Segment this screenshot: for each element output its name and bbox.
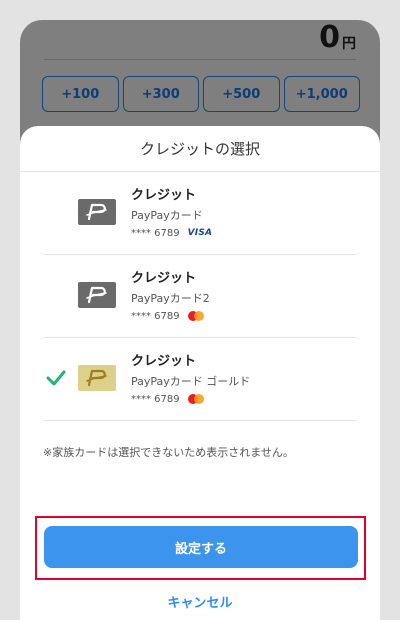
card-number: **** 6789 (131, 310, 180, 322)
cancel-button[interactable]: キャンセル (20, 592, 380, 611)
card-option-2[interactable]: クレジット PayPayカード2 **** 6789 (43, 255, 357, 338)
mastercard-icon (187, 394, 206, 404)
card-number: **** 6789 (131, 227, 180, 239)
family-card-note: ※家族カードは選択できないため表示されません。 (43, 446, 294, 459)
card-option-3[interactable]: クレジット PayPayカード ゴールド **** 6789 (43, 338, 357, 421)
confirm-button[interactable]: 設定する (44, 526, 358, 568)
paypay-card-icon (78, 199, 116, 225)
visa-logo: VISA (187, 228, 213, 238)
card-name: クレジット (131, 188, 197, 203)
card-name: クレジット (131, 354, 197, 369)
card-product: PayPayカード ゴールド (131, 375, 251, 388)
sheet-title: クレジットの選択 (20, 126, 380, 172)
card-number: **** 6789 (131, 393, 180, 405)
mastercard-icon (187, 311, 206, 321)
card-name: クレジット (131, 271, 197, 286)
card-product: PayPayカード (131, 209, 203, 222)
phone-screen: 0 円 +100 +300 +500 +1,000 クレジットの選択 クレジット (20, 20, 380, 620)
card-option-1[interactable]: クレジット PayPayカード **** 6789 VISA (43, 172, 357, 255)
highlight-frame: 設定する (35, 516, 366, 580)
credit-select-sheet: クレジットの選択 クレジット PayPayカード **** 6789 VISA (20, 126, 380, 620)
card-product: PayPayカード2 (131, 292, 210, 305)
paypay-card-icon (78, 282, 116, 308)
checkmark-icon (46, 370, 66, 386)
card-list: クレジット PayPayカード **** 6789 VISA クレジット Pay… (20, 172, 380, 421)
paypay-gold-card-icon (78, 365, 116, 391)
